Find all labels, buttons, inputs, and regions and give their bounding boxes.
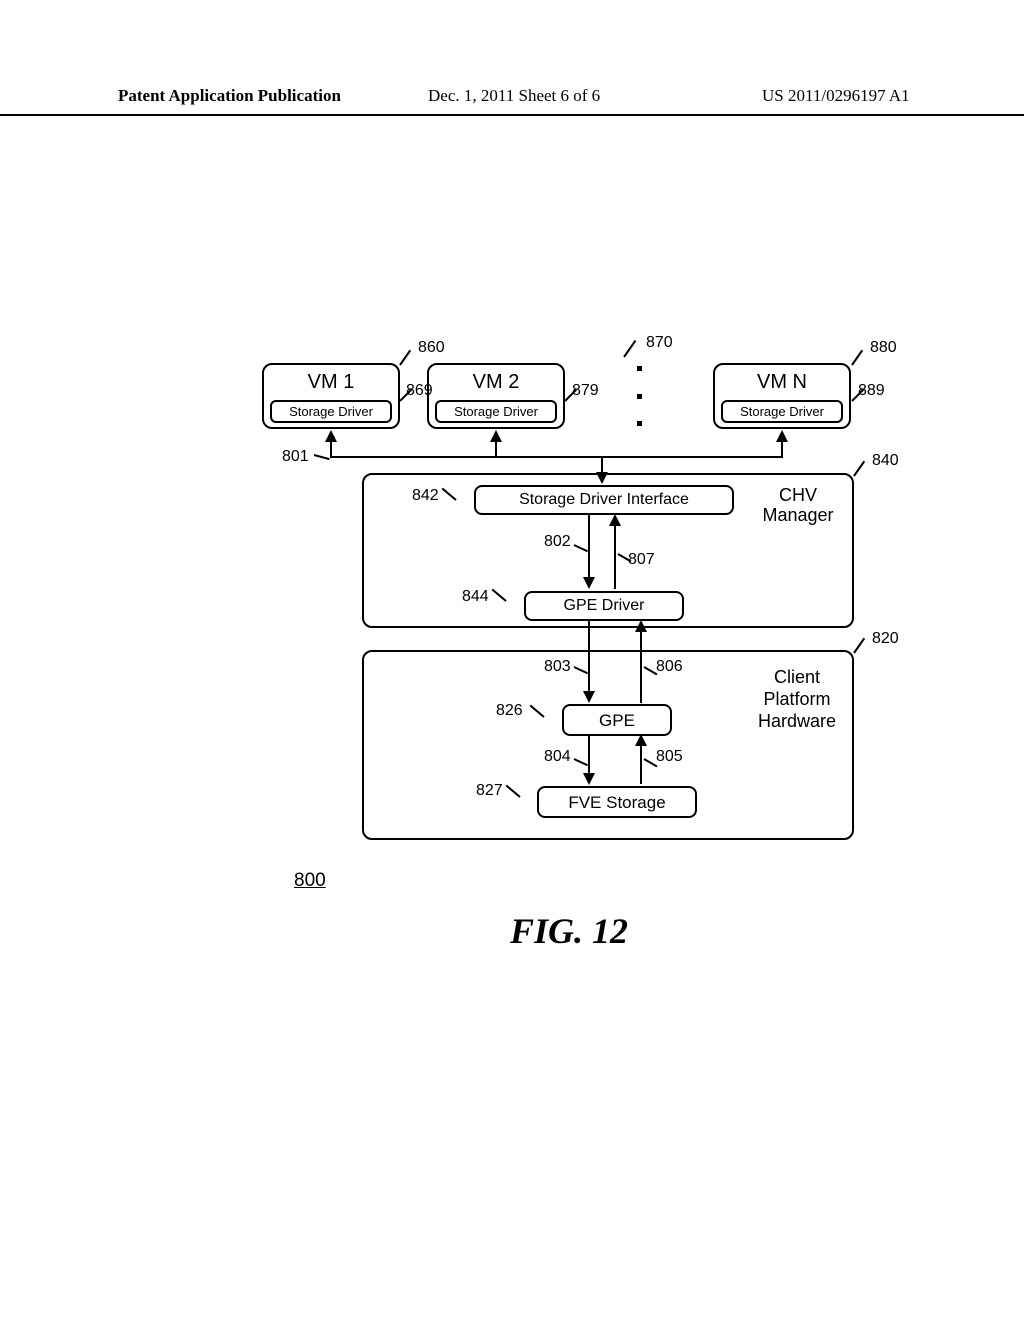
gpe-label: GPE [564,711,670,731]
gpe-driver-label: GPE Driver [526,597,682,615]
vm1-box: VM 1 Storage Driver [262,363,400,429]
lead-line [399,350,411,366]
vmN-title: VM N [715,371,849,394]
arrow-up-icon [635,734,647,746]
conn-line [781,441,783,457]
storage-driver-interface-box: Storage Driver Interface [474,485,734,515]
conn-line [588,515,590,579]
lead-line [314,454,330,460]
ellipsis-dot [637,421,642,426]
arrow-down-icon [583,577,595,589]
lead-line [853,461,865,477]
conn-line [330,441,332,457]
ref-806: 806 [656,658,683,676]
arrow-up-icon [609,514,621,526]
conn-line [614,525,616,589]
conn-line [588,621,590,693]
conn-line [495,441,497,457]
ref-801: 801 [282,448,309,466]
ref-826: 826 [496,702,523,720]
conn-line [588,736,590,776]
arrow-up-icon [635,620,647,632]
chv-manager-label: CHV Manager [758,485,838,525]
ref-889: 889 [858,382,885,400]
figure-title: FIG. 12 [510,910,628,952]
fve-storage-box: FVE Storage [537,786,697,818]
ref-800: 800 [294,870,326,892]
lead-line [851,350,863,366]
ref-805: 805 [656,748,683,766]
arrow-down-icon [583,691,595,703]
vm2-box: VM 2 Storage Driver [427,363,565,429]
vm1-storage-driver: Storage Driver [270,400,392,423]
ref-842: 842 [412,487,439,505]
conn-line [330,456,783,458]
arrow-up-icon [490,430,502,442]
vm2-storage-driver: Storage Driver [435,400,557,423]
diagram-figure-12: VM 1 Storage Driver VM 2 Storage Driver … [0,0,1024,1320]
conn-line [640,744,642,784]
ref-860: 860 [418,339,445,357]
conn-line [640,631,642,703]
ref-880: 880 [870,339,897,357]
ref-804: 804 [544,748,571,766]
ref-802: 802 [544,533,571,551]
fve-label: FVE Storage [539,793,695,813]
vmN-storage-driver: Storage Driver [721,400,843,423]
gpe-driver-box: GPE Driver [524,591,684,621]
ref-807: 807 [628,551,655,569]
arrow-up-icon [325,430,337,442]
ref-820: 820 [872,630,899,648]
vm1-title: VM 1 [264,371,398,394]
ref-869: 869 [406,382,433,400]
ellipsis-dot [637,394,642,399]
sdi-label: Storage Driver Interface [476,491,732,509]
arrow-up-icon [776,430,788,442]
lead-line [853,638,865,654]
client-platform-label: Client Platform Hardware [752,666,842,732]
ref-844: 844 [462,588,489,606]
ref-879: 879 [572,382,599,400]
ref-827: 827 [476,782,503,800]
gpe-box: GPE [562,704,672,736]
ref-840: 840 [872,452,899,470]
ref-870: 870 [646,334,673,352]
vm2-title: VM 2 [429,371,563,394]
client-platform-box: Client Platform Hardware GPE FVE Storage [362,650,854,840]
vmN-box: VM N Storage Driver [713,363,851,429]
lead-line [623,340,636,358]
ref-803: 803 [544,658,571,676]
ellipsis-dot [637,366,642,371]
arrow-down-icon [583,773,595,785]
arrow-down-icon [596,472,608,484]
